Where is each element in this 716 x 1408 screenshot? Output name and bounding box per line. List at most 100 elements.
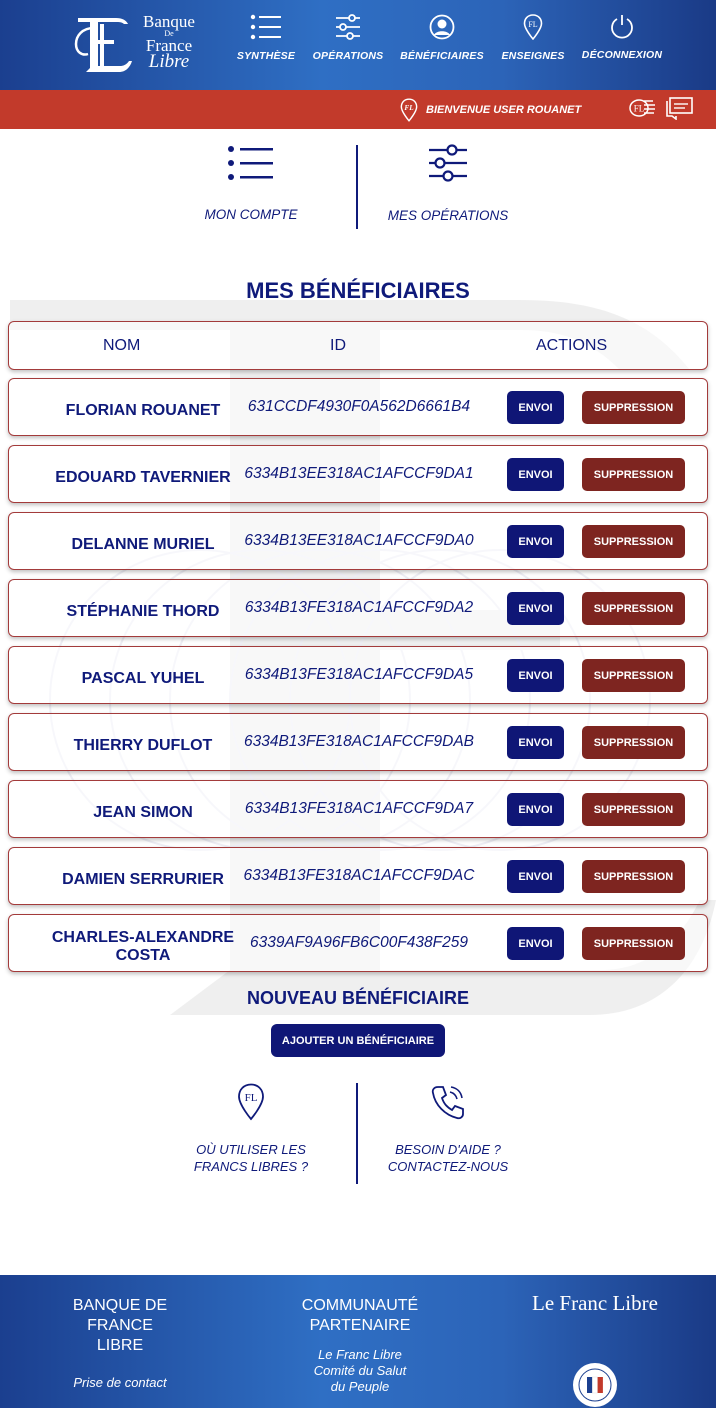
- where-to-use-line-2: FRANCS LIBRES ?: [193, 1159, 309, 1174]
- beneficiary-name: THIERRY DUFLOT: [73, 737, 213, 754]
- beneficiary-rows: FLORIAN ROUANET 631CCDF4930F0A562D6661B4 E…: [8, 378, 708, 972]
- delete-button[interactable]: SUPPRESSION: [582, 793, 685, 826]
- svg-text:FL: FL: [634, 104, 645, 114]
- nav-operations[interactable]: OPÉRATIONS: [310, 14, 386, 76]
- fl-monogram-icon: [74, 18, 132, 72]
- contact-link[interactable]: BESOIN D'AIDE ? CONTACTEZ-NOUS: [348, 1083, 548, 1175]
- table-row: CHARLES-ALEXANDRE COSTA 6339AF9A96FB6C00F…: [8, 914, 708, 972]
- column-header-name: NOM: [103, 337, 141, 354]
- table-row: PASCAL YUHEL 6334B13FE318AC1AFCCF9DA5 ENVO…: [8, 646, 708, 704]
- footer-bank-line-2: FRANCE: [87, 1317, 153, 1334]
- sliders-icon: [429, 144, 467, 182]
- top-navigation-bar: Banque De France Libre SYNTHÈSE OPÉRATIO…: [0, 0, 716, 90]
- send-button[interactable]: ENVOI: [507, 458, 564, 491]
- footer-bank-line-3: LIBRE: [96, 1337, 144, 1354]
- where-to-use-link[interactable]: FL OÙ UTILISER LES FRANCS LIBRES ?: [151, 1083, 351, 1175]
- power-icon: [611, 15, 633, 39]
- beneficiary-id: 6334B13FE318AC1AFCCF9DA7: [244, 800, 474, 817]
- send-button[interactable]: ENVOI: [507, 726, 564, 759]
- add-beneficiary-button[interactable]: AJOUTER UN BÉNÉFICIAIRE: [271, 1024, 445, 1057]
- nav-synthese-label: SYNTHÈSE: [236, 50, 296, 62]
- location-pin-icon: FL: [523, 14, 543, 40]
- beneficiary-id: 6334B13EE318AC1AFCCF9DA0: [244, 532, 474, 549]
- nav-beneficiaires-label: BÉNÉFICIAIRES: [400, 50, 484, 62]
- chat-icon[interactable]: [666, 96, 694, 120]
- send-button[interactable]: ENVOI: [507, 592, 564, 625]
- status-bar: [0, 90, 716, 129]
- svg-text:FL: FL: [245, 1092, 258, 1104]
- footer-contact-link[interactable]: Prise de contact: [40, 1375, 200, 1391]
- delete-button[interactable]: SUPPRESSION: [582, 592, 685, 625]
- delete-button[interactable]: SUPPRESSION: [582, 391, 685, 424]
- contact-line-2: CONTACTEZ-NOUS: [387, 1159, 509, 1174]
- send-button[interactable]: ENVOI: [507, 927, 564, 960]
- footer-bank-line-1: BANQUE DE: [72, 1297, 168, 1314]
- where-to-use-line-1: OÙ UTILISER LES: [196, 1142, 306, 1157]
- phone-icon: [431, 1086, 464, 1120]
- delete-button[interactable]: SUPPRESSION: [582, 927, 685, 960]
- beneficiary-name: DAMIEN SERRURIER: [62, 871, 224, 888]
- beneficiary-name: JEAN SIMON: [93, 804, 193, 821]
- footer-bank-column: BANQUE DE FRANCE LIBRE Prise de contact: [40, 1296, 200, 1391]
- table-row: THIERRY DUFLOT 6334B13FE318AC1AFCCF9DAB EN…: [8, 713, 708, 771]
- nav-deconnexion-label: DÉCONNEXION: [581, 49, 663, 61]
- delete-button[interactable]: SUPPRESSION: [582, 860, 685, 893]
- quick-link-account-label: MON COMPTE: [204, 207, 298, 222]
- where-to-use-label: OÙ UTILISER LES FRANCS LIBRES ?: [151, 1141, 351, 1175]
- table-row: DELANNE MURIEL 6334B13EE318AC1AFCCF9DA0 EN…: [8, 512, 708, 570]
- footer: BANQUE DE FRANCE LIBRE Prise de contact …: [0, 1275, 716, 1408]
- beneficiary-id: 631CCDF4930F0A562D6661B4: [247, 398, 471, 415]
- list-icon: [228, 146, 273, 180]
- nav-enseignes[interactable]: FL ENSEIGNES: [498, 14, 568, 76]
- column-header-id: ID: [330, 337, 346, 354]
- welcome-text: BIENVENUE USER ROUANET: [426, 104, 582, 116]
- delete-button[interactable]: SUPPRESSION: [582, 458, 685, 491]
- beneficiaries-table: NOM ID ACTIONS FLORIAN ROUANET 631CCDF493…: [8, 321, 708, 981]
- beneficiary-id: 6334B13FE318AC1AFCCF9DA5: [244, 666, 474, 683]
- nav-beneficiaires[interactable]: BÉNÉFICIAIRES: [398, 14, 486, 76]
- footer-community-links: Le Franc Libre Comité du Salut du Peuple: [280, 1347, 440, 1395]
- nav-operations-label: OPÉRATIONS: [312, 50, 384, 62]
- svg-text:FL: FL: [404, 104, 414, 112]
- nav-synthese[interactable]: SYNTHÈSE: [234, 14, 298, 76]
- brand-line-4: Libre: [148, 51, 190, 72]
- user-circle-icon: [429, 14, 455, 40]
- delete-button[interactable]: SUPPRESSION: [582, 726, 685, 759]
- footer-comite-line-2[interactable]: du Peuple: [331, 1379, 390, 1394]
- delete-button[interactable]: SUPPRESSION: [582, 659, 685, 692]
- beneficiary-id: 6334B13EE318AC1AFCCF9DA1: [244, 465, 474, 482]
- delete-button[interactable]: SUPPRESSION: [582, 525, 685, 558]
- beneficiary-id: 6339AF9A96FB6C00F438F259: [249, 934, 468, 951]
- send-button[interactable]: ENVOI: [507, 525, 564, 558]
- table-header-row: NOM ID ACTIONS: [8, 321, 708, 370]
- table-row: FLORIAN ROUANET 631CCDF4930F0A562D6661B4 E…: [8, 378, 708, 436]
- location-pin-icon: FL: [400, 98, 418, 122]
- footer-community-line-1: COMMUNAUTÉ: [301, 1297, 419, 1314]
- contact-line-1: BESOIN D'AIDE ?: [395, 1142, 501, 1157]
- location-pin-icon: FL: [238, 1083, 264, 1121]
- bank-logo-text: Banque De France Libre: [134, 13, 204, 72]
- table-row: DAMIEN SERRURIER 6334B13FE318AC1AFCCF9DAC…: [8, 847, 708, 905]
- nav-deconnexion[interactable]: DÉCONNEXION: [578, 13, 666, 75]
- table-row: JEAN SIMON 6334B13FE318AC1AFCCF9DA7 ENVOI S…: [8, 780, 708, 838]
- beneficiary-name: PASCAL YUHEL: [81, 670, 205, 687]
- footer-community-title: COMMUNAUTÉ PARTENAIRE: [280, 1296, 440, 1336]
- svg-text:FL: FL: [528, 20, 537, 29]
- send-button[interactable]: ENVOI: [507, 860, 564, 893]
- quick-link-operations[interactable]: MES OPÉRATIONS: [348, 140, 548, 223]
- send-button[interactable]: ENVOI: [507, 659, 564, 692]
- footer-franc-libre-link[interactable]: Le Franc Libre: [318, 1347, 402, 1362]
- footer-brand-text[interactable]: Le Franc Libre: [510, 1291, 680, 1316]
- footer-bank-title: BANQUE DE FRANCE LIBRE: [40, 1296, 200, 1356]
- bank-logo[interactable]: Banque De France Libre: [72, 12, 202, 76]
- send-button[interactable]: ENVOI: [507, 391, 564, 424]
- coins-icon[interactable]: FL: [628, 96, 656, 120]
- send-button[interactable]: ENVOI: [507, 793, 564, 826]
- beneficiaries-title: MES BÉNÉFICIAIRES: [246, 278, 470, 303]
- list-icon: [250, 14, 281, 40]
- table-row: EDOUARD TAVERNIER 6334B13EE318AC1AFCCF9DA…: [8, 445, 708, 503]
- beneficiary-id: 6334B13FE318AC1AFCCF9DAC: [243, 867, 475, 884]
- footer-comite-line-1[interactable]: Comité du Salut: [314, 1363, 407, 1378]
- quick-link-account[interactable]: MON COMPTE: [151, 140, 351, 222]
- beneficiary-name: FLORIAN ROUANET: [65, 402, 221, 419]
